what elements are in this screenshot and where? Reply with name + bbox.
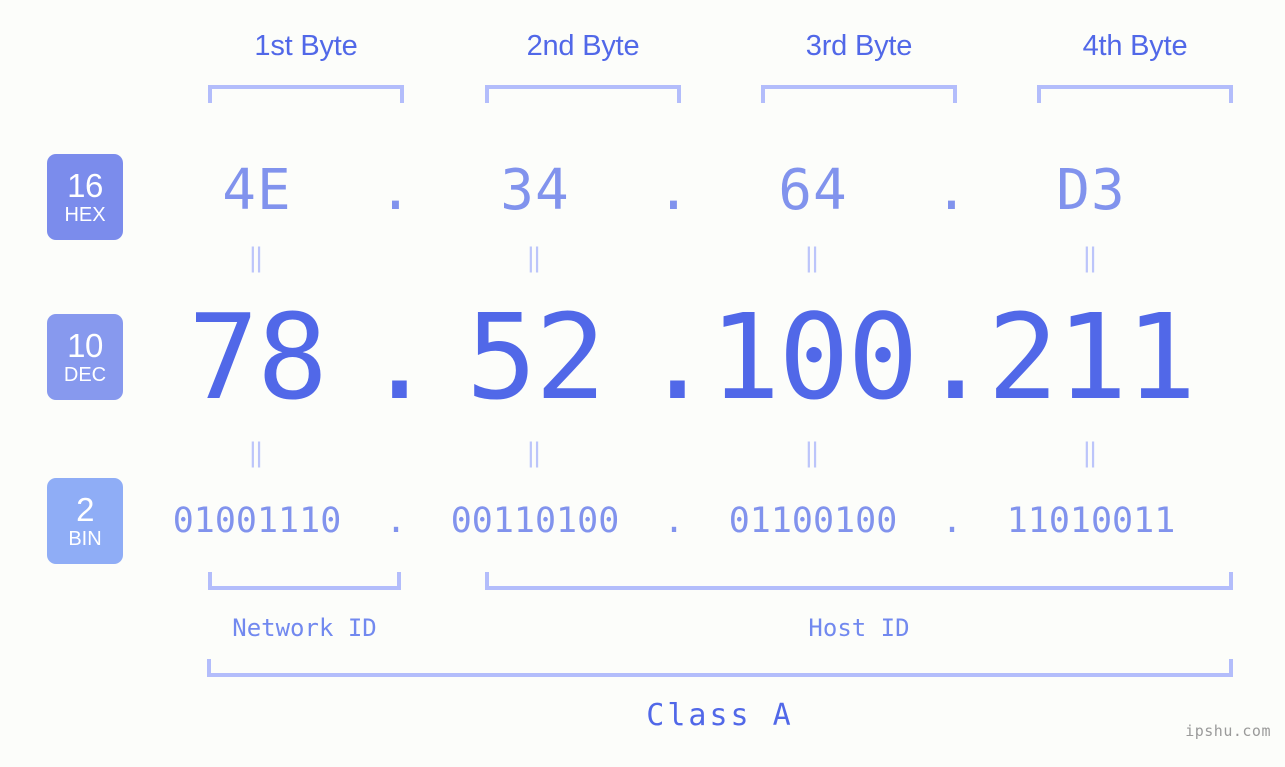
dec-byte-1: 78 bbox=[187, 288, 328, 426]
radix-badge-dec-abbr: DEC bbox=[63, 364, 107, 386]
address-class-label: Class A bbox=[646, 698, 794, 733]
byte-header-label-1: 1st Byte bbox=[254, 30, 358, 62]
radix-badge-hex: 16 HEX bbox=[47, 154, 123, 240]
byte-header-label-3: 3rd Byte bbox=[805, 30, 913, 62]
byte-header-label-4: 4th Byte bbox=[1082, 30, 1188, 62]
equality-markers-dec-bin: ‖ ‖ ‖ ‖ bbox=[150, 438, 1250, 468]
equality-markers-hex-dec: ‖ ‖ ‖ ‖ bbox=[150, 243, 1250, 273]
host-id-bracket bbox=[485, 572, 1233, 590]
hex-separator-2: . bbox=[656, 157, 692, 223]
byte-bracket-3 bbox=[761, 85, 957, 103]
network-id-bracket bbox=[208, 572, 401, 590]
equality-marker-icon: ‖ bbox=[248, 243, 266, 273]
byte-bracket-4 bbox=[1037, 85, 1233, 103]
equality-marker-icon: ‖ bbox=[526, 243, 544, 273]
dec-byte-2: 52 bbox=[465, 288, 606, 426]
equality-marker-icon: ‖ bbox=[1082, 438, 1100, 468]
address-class-bracket bbox=[207, 659, 1233, 677]
byte-header-label-2: 2nd Byte bbox=[526, 30, 640, 62]
site-watermark: ipshu.com bbox=[1185, 722, 1271, 740]
bin-byte-1: 01001110 bbox=[172, 501, 342, 541]
hex-value-row: 4E . 34 . 64 . D3 bbox=[150, 150, 1250, 230]
hex-byte-4: D3 bbox=[1056, 157, 1126, 223]
dec-byte-4: 211 bbox=[987, 288, 1196, 426]
radix-badge-bin-abbr: BIN bbox=[68, 528, 102, 550]
equality-marker-icon: ‖ bbox=[248, 438, 266, 468]
byte-bracket-2 bbox=[485, 85, 681, 103]
bin-value-row: 01001110 . 00110100 . 01100100 . 1101001… bbox=[150, 493, 1250, 549]
dec-separator-3: . bbox=[920, 288, 991, 426]
equality-marker-icon: ‖ bbox=[1082, 243, 1100, 273]
bin-separator-2: . bbox=[663, 501, 685, 541]
network-id-label: Network ID bbox=[232, 614, 377, 642]
hex-byte-3: 64 bbox=[778, 157, 848, 223]
byte-bracket-1 bbox=[208, 85, 404, 103]
equality-marker-icon: ‖ bbox=[804, 438, 822, 468]
host-id-label: Host ID bbox=[808, 614, 910, 642]
hex-separator-3: . bbox=[934, 157, 970, 223]
bin-byte-4: 11010011 bbox=[1006, 501, 1176, 541]
dec-separator-2: . bbox=[642, 288, 713, 426]
radix-badge-dec-number: 10 bbox=[67, 327, 103, 364]
radix-badge-hex-number: 16 bbox=[67, 167, 103, 204]
ip-byte-breakdown-diagram: 1st Byte 2nd Byte 3rd Byte 4th Byte 16 H… bbox=[0, 0, 1285, 767]
radix-badge-bin-number: 2 bbox=[76, 491, 94, 528]
bin-byte-2: 00110100 bbox=[450, 501, 620, 541]
hex-byte-1: 4E bbox=[222, 157, 292, 223]
bin-byte-3: 01100100 bbox=[728, 501, 898, 541]
radix-badge-dec: 10 DEC bbox=[47, 314, 123, 400]
dec-separator-1: . bbox=[364, 288, 435, 426]
equality-marker-icon: ‖ bbox=[804, 243, 822, 273]
hex-byte-2: 34 bbox=[500, 157, 570, 223]
radix-badge-hex-abbr: HEX bbox=[64, 204, 106, 226]
bin-separator-1: . bbox=[385, 501, 407, 541]
dec-byte-3: 100 bbox=[709, 288, 918, 426]
radix-badge-bin: 2 BIN bbox=[47, 478, 123, 564]
dec-value-row: 78 . 52 . 100 . 211 bbox=[150, 288, 1250, 426]
bin-separator-3: . bbox=[941, 501, 963, 541]
hex-separator-1: . bbox=[378, 157, 414, 223]
equality-marker-icon: ‖ bbox=[526, 438, 544, 468]
